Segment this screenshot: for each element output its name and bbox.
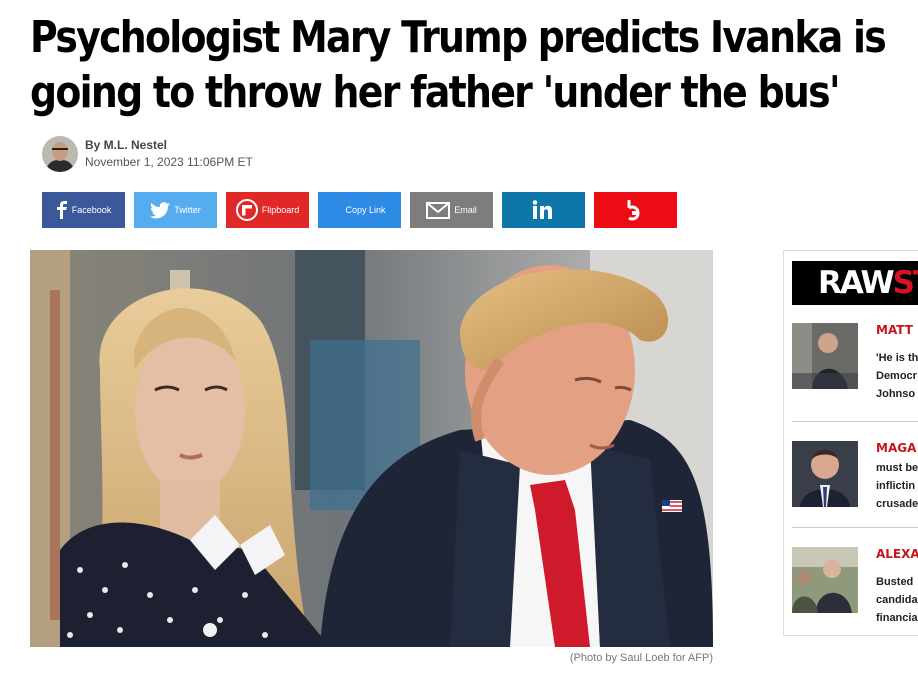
headline-line-2: going to throw her father 'under the bus…: [30, 67, 841, 118]
byline: By M.L. Nestel November 1, 2023 11:06PM …: [42, 136, 253, 172]
twitter-icon: [150, 201, 171, 218]
sidebar-divider: [792, 527, 918, 528]
flipboard-icon: [235, 199, 258, 221]
story-thumbnail[interactable]: [792, 547, 858, 613]
facebook-icon: [56, 201, 67, 219]
flipboard-share-button[interactable]: Flipboard: [226, 192, 309, 228]
story-title-line: Democr: [876, 370, 917, 382]
story-thumbnail[interactable]: [792, 323, 858, 389]
author-avatar[interactable]: [42, 136, 78, 172]
headline-line-1: Psychologist Mary Trump predicts Ivanka …: [30, 12, 887, 63]
twitter-share-button[interactable]: Twitter: [134, 192, 217, 228]
facebook-label: Facebook: [71, 205, 112, 215]
article-headline: Psychologist Mary Trump predicts Ivanka …: [30, 10, 887, 120]
story-title-line: Johnso: [876, 388, 916, 400]
rawstory-logo[interactable]: RAWST: [792, 261, 918, 305]
story-title-line: inflictin: [876, 480, 916, 492]
story-title-line: crusade: [876, 498, 918, 510]
email-share-button[interactable]: Email: [410, 192, 493, 228]
sidebar-divider: [792, 421, 918, 422]
rawstory-sidebar: RAWST MATT LA 'He is th Democr Johnso MA…: [783, 250, 918, 636]
story-title-line: Busted: [876, 576, 914, 588]
photo-caption: (Photo by Saul Loeb for AFP): [569, 652, 713, 664]
article-photo: [30, 250, 713, 647]
author-name[interactable]: By M.L. Nestel: [85, 137, 253, 154]
email-icon: [426, 201, 451, 219]
story-kicker[interactable]: MATT LA: [876, 323, 918, 337]
story-title-line: 'He is th: [876, 352, 918, 364]
story-title[interactable]: Busted candida financia: [876, 573, 918, 627]
linkedin-share-button[interactable]: [502, 192, 585, 228]
logo-text-white: RAW: [818, 265, 895, 301]
story-kicker[interactable]: ALEXAN: [876, 547, 918, 561]
story-title-line: financia: [876, 612, 918, 624]
story-title-line: must be: [876, 462, 918, 474]
story-title-line: candida: [876, 594, 918, 606]
substack-share-button[interactable]: [594, 192, 677, 228]
share-bar: Facebook Twitter Flipboard Copy Link Ema…: [42, 192, 686, 228]
story-thumbnail[interactable]: [792, 441, 858, 507]
email-label: Email: [454, 205, 477, 215]
publish-date: November 1, 2023 11:06PM ET: [85, 155, 253, 169]
copy-link-button[interactable]: Copy Link: [318, 192, 401, 228]
twitter-label: Twitter: [174, 205, 201, 215]
story-title[interactable]: must be inflictin crusade: [876, 459, 918, 513]
story-title[interactable]: 'He is th Democr Johnso: [876, 349, 918, 403]
logo-text-red: ST: [892, 265, 918, 301]
copy-link-label: Copy Link: [345, 205, 386, 215]
flipboard-label: Flipboard: [261, 205, 300, 215]
photo-illustration: [30, 250, 713, 647]
substack-icon: [627, 200, 640, 221]
linkedin-icon: [532, 200, 552, 219]
story-kicker[interactable]: MAGA I: [876, 441, 918, 455]
facebook-share-button[interactable]: Facebook: [42, 192, 125, 228]
